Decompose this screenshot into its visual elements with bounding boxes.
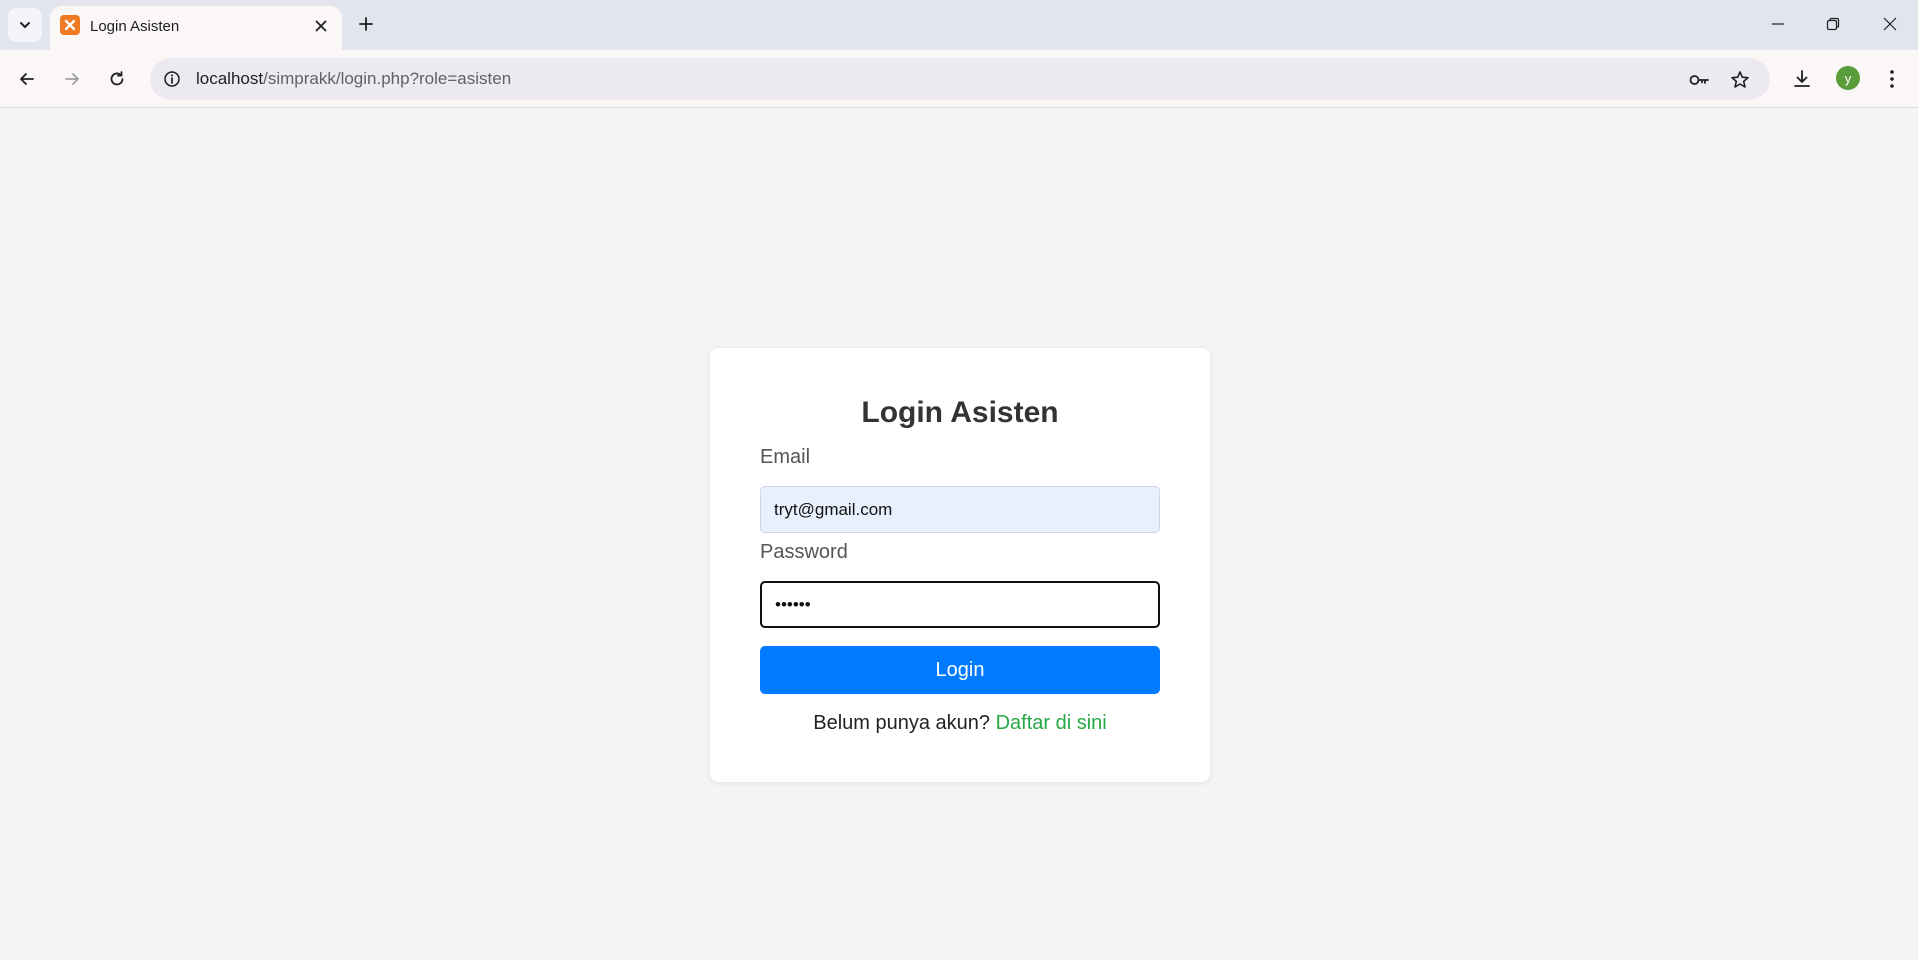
forward-button[interactable] bbox=[56, 63, 88, 95]
login-button[interactable]: Login bbox=[760, 646, 1160, 694]
password-label: Password bbox=[760, 541, 848, 563]
reload-button[interactable] bbox=[101, 63, 133, 95]
close-icon bbox=[315, 20, 327, 32]
address-bar[interactable]: localhost/simprakk/login.php?role=asiste… bbox=[150, 58, 1770, 100]
arrow-right-icon bbox=[65, 73, 79, 85]
new-tab-button[interactable] bbox=[352, 10, 380, 38]
tab-search-button[interactable] bbox=[8, 8, 42, 42]
login-card: Login Asisten Email Password Login Belum… bbox=[710, 348, 1210, 782]
close-window-button[interactable] bbox=[1870, 8, 1910, 40]
xampp-favicon-icon bbox=[60, 15, 80, 35]
reload-icon bbox=[110, 71, 124, 86]
back-button[interactable] bbox=[11, 63, 43, 95]
register-prompt-line: Belum punya akun? Daftar di sini bbox=[710, 712, 1210, 735]
url-text[interactable]: localhost/simprakk/login.php?role=asiste… bbox=[196, 69, 511, 89]
restore-icon bbox=[1826, 17, 1840, 31]
browser-menu-button[interactable] bbox=[1876, 63, 1908, 95]
url-path: /simprakk/login.php?role=asisten bbox=[263, 69, 512, 88]
tab-title: Login Asisten bbox=[90, 18, 180, 35]
star-icon bbox=[1731, 71, 1749, 88]
email-field[interactable] bbox=[760, 486, 1160, 533]
restore-button[interactable] bbox=[1813, 8, 1853, 40]
tab-close-button[interactable] bbox=[310, 15, 332, 37]
page-viewport: Login Asisten Email Password Login Belum… bbox=[0, 108, 1918, 960]
browser-toolbar: localhost/simprakk/login.php?role=asiste… bbox=[0, 50, 1918, 108]
active-tab[interactable]: Login Asisten bbox=[50, 6, 342, 50]
site-info-button[interactable] bbox=[160, 67, 184, 91]
url-host: localhost bbox=[196, 69, 264, 88]
password-field[interactable] bbox=[760, 581, 1160, 628]
more-vertical-icon bbox=[1890, 70, 1894, 88]
arrow-left-icon bbox=[20, 73, 34, 85]
key-icon bbox=[1689, 75, 1709, 85]
bookmark-button[interactable] bbox=[1727, 67, 1753, 93]
register-prompt-text: Belum punya akun? bbox=[813, 712, 991, 734]
minimize-button[interactable] bbox=[1758, 8, 1798, 40]
password-manager-button[interactable] bbox=[1686, 67, 1712, 93]
page-title: Login Asisten bbox=[861, 396, 1059, 429]
info-icon bbox=[164, 71, 180, 87]
close-icon bbox=[1883, 17, 1897, 31]
register-link[interactable]: Daftar di sini bbox=[996, 712, 1107, 734]
tab-strip: Login Asisten bbox=[0, 0, 1918, 50]
minimize-icon bbox=[1772, 23, 1784, 25]
profile-avatar[interactable]: y bbox=[1836, 66, 1860, 90]
chevron-down-icon bbox=[20, 22, 30, 29]
downloads-button[interactable] bbox=[1786, 63, 1818, 95]
email-label: Email bbox=[760, 446, 811, 468]
download-icon bbox=[1794, 70, 1810, 87]
plus-icon bbox=[359, 17, 373, 31]
